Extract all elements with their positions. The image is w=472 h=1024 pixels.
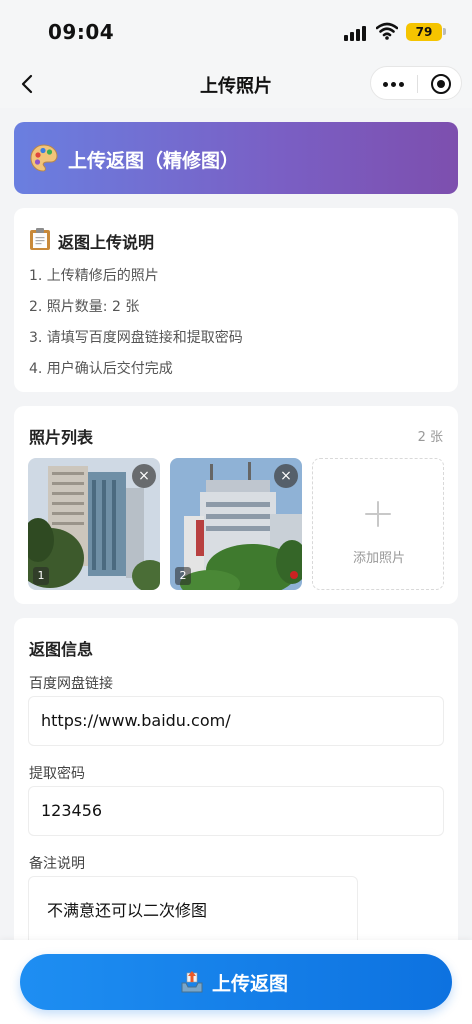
instruction-item: 2. 照片数量: 2 张 xyxy=(29,299,140,315)
more-icon[interactable] xyxy=(383,75,405,93)
remove-photo-button[interactable]: × xyxy=(274,464,298,488)
photo-thumbnail[interactable]: × 2 xyxy=(170,458,302,590)
password-label: 提取密码 xyxy=(29,766,85,782)
submit-label: 上传返图 xyxy=(212,973,289,995)
close-mini-program-icon[interactable] xyxy=(431,74,451,94)
nav-bar: 上传照片 xyxy=(0,62,472,108)
back-icon[interactable] xyxy=(14,70,42,98)
plus-icon xyxy=(365,501,391,527)
instruction-item: 3. 请填写百度网盘链接和提取密码 xyxy=(29,330,243,346)
battery-cap xyxy=(443,28,446,35)
note-label: 备注说明 xyxy=(29,856,85,872)
photo-index: 1 xyxy=(33,567,49,585)
instructions-title: 返图上传说明 xyxy=(58,233,155,252)
status-bar: 09:04 79 xyxy=(0,0,472,62)
add-photo-button[interactable]: 添加照片 xyxy=(312,458,444,590)
instruction-item: 4. 用户确认后交付完成 xyxy=(29,361,173,377)
add-photo-label: 添加照片 xyxy=(352,551,405,566)
palette-icon xyxy=(30,144,58,172)
capsule-divider xyxy=(417,75,418,93)
photo-count: 2 张 xyxy=(417,430,443,445)
outbox-tray-icon xyxy=(181,971,203,993)
photo-list-card: 照片列表 2 张 × 1 × 2 添加照片 xyxy=(14,406,458,604)
extraction-code-input[interactable]: 123456 xyxy=(28,786,444,836)
upload-submit-button[interactable]: 上传返图 xyxy=(20,954,452,1010)
photo-list-title: 照片列表 xyxy=(29,428,94,447)
link-label: 百度网盘链接 xyxy=(29,676,113,692)
photo-thumbnail[interactable]: × 1 xyxy=(28,458,160,590)
signal-icon xyxy=(344,25,370,41)
remove-photo-button[interactable]: × xyxy=(132,464,156,488)
bottom-action-bar: 上传返图 xyxy=(0,940,472,1024)
clipboard-icon xyxy=(30,228,50,250)
status-time: 09:04 xyxy=(48,20,115,44)
wifi-icon xyxy=(376,22,398,40)
baidu-link-input[interactable]: https://www.baidu.com/ xyxy=(28,696,444,746)
instructions-card: 返图上传说明 1. 上传精修后的照片 2. 照片数量: 2 张 3. 请填写百度… xyxy=(14,208,458,392)
banner-title: 上传返图（精修图） xyxy=(68,150,240,172)
return-info-title: 返图信息 xyxy=(29,640,94,659)
photo-index: 2 xyxy=(175,567,191,585)
battery-indicator: 79 xyxy=(406,23,442,41)
mini-program-capsule xyxy=(370,66,462,100)
header-banner: 上传返图（精修图） xyxy=(14,122,458,194)
instruction-item: 1. 上传精修后的照片 xyxy=(29,268,159,284)
